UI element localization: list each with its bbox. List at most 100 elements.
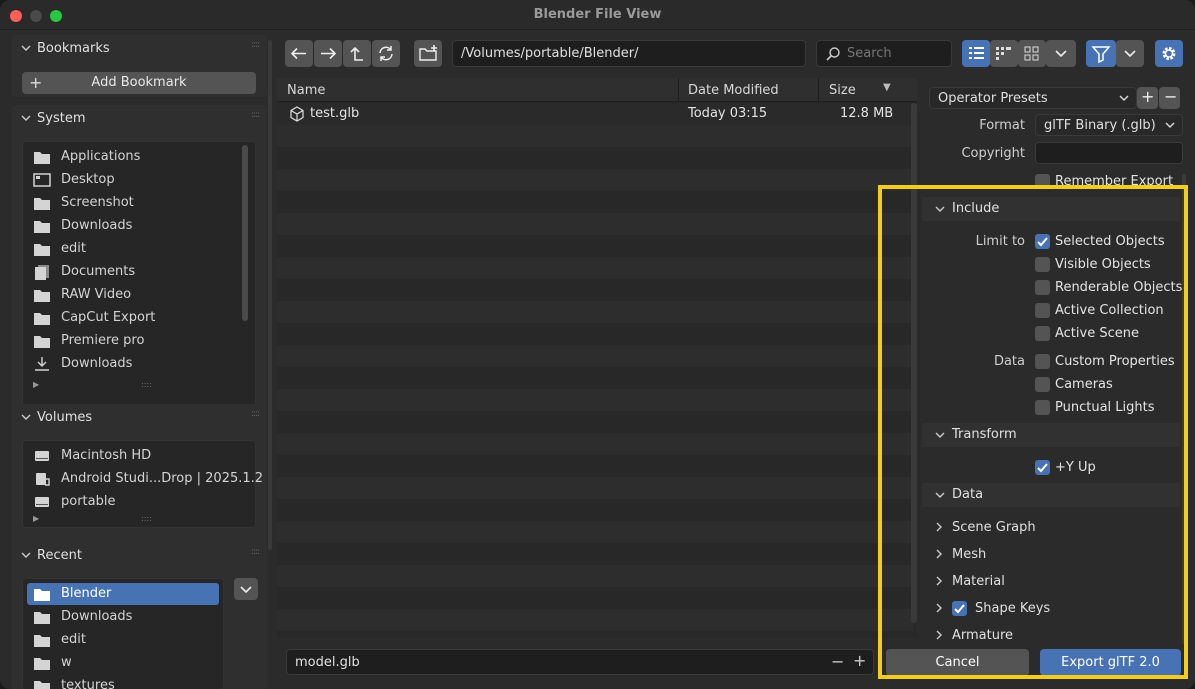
y-up-checkbox[interactable] [1035,460,1050,475]
selected-objects-checkbox[interactable] [1035,234,1050,249]
forward-button[interactable] [314,40,342,67]
expand-triangle-icon[interactable]: ▶ [33,514,39,523]
grip-icon[interactable]: :::: [251,40,260,50]
shape-keys-checkbox[interactable] [952,601,967,616]
sidebar: Bookmarks :::: + Add Bookmark System :::… [12,32,267,689]
filter-settings-dropdown[interactable] [1116,40,1144,67]
shape-keys-subsection[interactable]: Shape Keys [934,601,1050,619]
system-item[interactable]: Downloads [33,353,243,375]
recent-list: Blender Downloads edit w textures [22,578,224,689]
empty-row [277,389,913,411]
include-section-header[interactable]: Include [922,197,1180,221]
mesh-subsection[interactable]: Mesh [934,547,986,565]
column-name[interactable]: Name [287,83,325,98]
recent-item[interactable]: edit [33,629,213,651]
punctual-lights-checkbox[interactable] [1035,400,1050,415]
remove-preset-button[interactable]: − [1159,87,1180,109]
y-up-label: +Y Up [1055,460,1096,475]
system-item[interactable]: Downloads [33,215,243,237]
thumbnail-view-button[interactable] [1018,40,1046,67]
export-button[interactable]: Export glTF 2.0 [1040,649,1181,676]
grip-icon[interactable]: :::: [251,547,260,557]
recent-header[interactable]: Recent :::: [12,542,267,570]
system-header[interactable]: System :::: [12,105,267,133]
add-bookmark-button[interactable]: + Add Bookmark [22,72,256,94]
add-preset-button[interactable]: + [1137,87,1158,109]
renderable-objects-checkbox[interactable] [1035,280,1050,295]
data-section-header[interactable]: Data [922,483,1180,507]
scene-graph-subsection[interactable]: Scene Graph [934,520,1036,538]
settings-panel-button[interactable] [1155,40,1183,67]
copyright-input[interactable] [1035,142,1183,164]
recent-item[interactable]: Downloads [33,606,213,628]
system-scrollbar[interactable] [242,145,248,321]
search-input[interactable]: Search [816,40,952,67]
grip-icon[interactable]: :::: [251,409,260,419]
expand-triangle-icon[interactable]: ▶ [33,380,39,389]
empty-row [277,565,913,587]
transform-section-header[interactable]: Transform [922,423,1180,447]
directory-path-field[interactable]: /Volumes/portable/Blender/ [452,40,806,67]
recent-item-selected[interactable]: Blender [27,583,219,605]
column-divider[interactable] [818,78,819,102]
vertical-list-view-button[interactable] [962,40,990,67]
column-size[interactable]: Size [829,83,856,98]
system-item[interactable]: Desktop [33,169,243,191]
system-item[interactable]: RAW Video [33,284,243,306]
sort-descending-icon[interactable]: ▼ [883,82,891,93]
armature-subsection[interactable]: Armature [934,628,1013,646]
system-item[interactable]: edit [33,238,243,260]
system-item[interactable]: CapCut Export [33,307,243,329]
material-subsection[interactable]: Material [934,574,1005,592]
chevron-down-icon [935,492,945,498]
volume-item[interactable]: Android Studi...Drop | 2025.1.2 [33,468,263,490]
settings-scrollbar[interactable] [1182,174,1186,644]
refresh-button[interactable] [372,40,400,67]
filename-input[interactable]: model.glb − + [286,649,874,675]
volumes-header[interactable]: Volumes :::: [12,404,267,432]
new-folder-button[interactable] [414,40,442,67]
cancel-button[interactable]: Cancel [886,649,1029,676]
resize-handle-icon[interactable]: :::: [141,514,152,523]
empty-row [277,433,913,455]
recent-item[interactable]: textures [33,675,213,689]
active-scene-checkbox[interactable] [1035,326,1050,341]
remember-export-checkbox[interactable] [1035,174,1050,189]
format-dropdown[interactable]: glTF Binary (.glb) [1035,114,1183,136]
cameras-checkbox[interactable] [1035,377,1050,392]
transform-title: Transform [952,427,1017,442]
copyright-label: Copyright [961,146,1025,161]
operator-presets-dropdown[interactable]: Operator Presets [929,87,1137,109]
remember-export-label: Remember Export [1055,174,1174,189]
resize-handle-icon[interactable]: :::: [141,380,152,389]
chevron-right-icon [936,630,942,640]
column-divider[interactable] [678,78,679,102]
visible-objects-checkbox[interactable] [1035,257,1050,272]
filter-toggle-button[interactable] [1086,40,1116,67]
increment-filename-button[interactable]: + [853,651,866,670]
bookmarks-header[interactable]: Bookmarks :::: [12,35,267,63]
recent-item[interactable]: w [33,652,213,674]
system-item[interactable]: Documents [33,261,243,283]
back-button[interactable] [285,40,313,67]
system-item[interactable]: Premiere pro [33,330,243,352]
custom-properties-checkbox[interactable] [1035,354,1050,369]
display-settings-dropdown[interactable] [1046,40,1076,67]
file-size: 12.8 MB [840,106,894,121]
system-item-label: RAW Video [61,287,132,302]
decrement-filename-button[interactable]: − [831,652,844,671]
parent-directory-button[interactable] [343,40,371,67]
file-row[interactable]: test.glb Today 03:15 12.8 MB [277,103,913,125]
file-browser-window: Blender File View Bookmarks :::: + Add B… [0,0,1195,689]
horizontal-list-view-button[interactable] [990,40,1018,67]
system-item[interactable]: Applications [33,146,243,168]
recent-options-button[interactable] [234,578,258,600]
volume-item[interactable]: portable [33,491,257,513]
volume-item[interactable]: Macintosh HD [33,445,257,467]
grip-icon[interactable]: :::: [251,110,260,120]
column-date-modified[interactable]: Date Modified [688,83,779,98]
empty-row [277,213,913,235]
active-collection-checkbox[interactable] [1035,303,1050,318]
sidebar-scrollbar[interactable] [268,40,272,550]
system-item[interactable]: Screenshot [33,192,243,214]
